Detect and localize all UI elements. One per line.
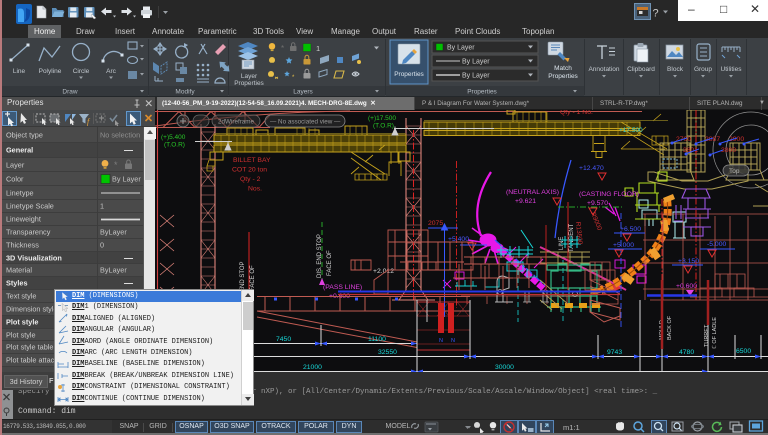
svg-text:1: 1 <box>316 44 320 53</box>
svg-text:FACE OF: FACE OF <box>250 265 256 291</box>
svg-text:+0.600: +0.600 <box>676 283 697 290</box>
svg-text:(+)17.500: (+)17.500 <box>368 115 396 122</box>
svg-text:4780: 4780 <box>679 349 694 356</box>
svg-text:7450: 7450 <box>276 336 291 343</box>
svg-text:*: * <box>114 160 118 170</box>
svg-text:Group: Group <box>694 66 712 73</box>
svg-text:Layers: Layers <box>293 89 313 96</box>
svg-text:Layer: Layer <box>241 73 258 80</box>
svg-text:Annotation: Annotation <box>588 66 619 73</box>
svg-text:By Layer: By Layer <box>462 59 490 66</box>
svg-text:Polyline: Polyline <box>39 68 62 75</box>
svg-text:(+)5.400: (+)5.400 <box>161 134 186 141</box>
svg-text:TANGENT: TANGENT <box>569 223 575 252</box>
svg-text:Arc: Arc <box>106 68 117 75</box>
svg-text:Properties: Properties <box>394 71 424 78</box>
svg-text:COT 20 ton: COT 20 ton <box>232 167 267 174</box>
svg-text:(CASTING FLOOR): (CASTING FLOOR) <box>579 191 639 198</box>
svg-text:Nos.: Nos. <box>248 186 262 193</box>
svg-text:+2.012: +2.012 <box>373 268 394 275</box>
svg-text:6500: 6500 <box>736 348 751 355</box>
svg-text:By Layer: By Layer <box>447 45 475 52</box>
svg-text:LINE: LINE <box>559 237 565 250</box>
svg-text:— No associated view —: — No associated view — <box>270 119 341 126</box>
svg-text:+3.150: +3.150 <box>678 258 699 265</box>
svg-text:32550: 32550 <box>378 349 397 356</box>
svg-text:Properties: Properties <box>467 89 497 96</box>
svg-text:TURRET: TURRET <box>704 324 710 347</box>
svg-text:Block: Block <box>667 66 684 73</box>
svg-text:+9.570: +9.570 <box>587 200 608 207</box>
svg-text:ℂ OF LADLE: ℂ OF LADLE <box>711 317 718 349</box>
svg-text:By Layer: By Layer <box>462 73 490 80</box>
svg-text:+6.500: +6.500 <box>620 226 641 233</box>
svg-text:Clipboard: Clipboard <box>627 66 655 73</box>
svg-text:9743: 9743 <box>607 349 622 356</box>
svg-text:Properties: Properties <box>548 73 578 80</box>
svg-text:11100: 11100 <box>368 336 386 343</box>
svg-text:+12.470: +12.470 <box>579 165 604 172</box>
svg-text:21000: 21000 <box>303 364 322 371</box>
svg-text:BACK OF: BACK OF <box>667 315 673 340</box>
svg-text:Circle: Circle <box>73 68 90 75</box>
svg-text:FACE OF: FACE OF <box>327 250 333 276</box>
svg-text:30000: 30000 <box>495 364 514 371</box>
svg-text:Qty - 2: Qty - 2 <box>240 176 261 183</box>
svg-text:Match: Match <box>554 65 572 72</box>
svg-text:?: ? <box>653 8 659 20</box>
svg-text:Draw: Draw <box>62 89 77 96</box>
svg-text:+9.621: +9.621 <box>515 198 536 205</box>
svg-text:(NEUTRAL AXIS): (NEUTRAL AXIS) <box>506 189 559 196</box>
svg-text:-5.000: -5.000 <box>707 241 726 248</box>
svg-text:(T.O.R): (T.O.R) <box>373 123 394 130</box>
svg-text:R9000: R9000 <box>589 211 603 232</box>
svg-text:Top: Top <box>729 168 740 175</box>
svg-text:+5.000: +5.000 <box>613 242 634 249</box>
svg-text:m1:1: m1:1 <box>563 423 580 432</box>
svg-text:3800: 3800 <box>721 147 736 154</box>
svg-text:2dWireframe: 2dWireframe <box>218 119 255 126</box>
svg-text:Properties: Properties <box>234 80 264 87</box>
svg-text:Qty - 1 No.: Qty - 1 No. <box>560 110 593 116</box>
svg-text:(PASS LINE): (PASS LINE) <box>323 284 362 291</box>
svg-text:2075: 2075 <box>428 220 443 227</box>
svg-text:N: N <box>439 338 443 344</box>
svg-text:f: f <box>87 117 91 126</box>
svg-text:Line: Line <box>13 68 26 75</box>
svg-text:END STOP: END STOP <box>240 261 246 292</box>
svg-text:BILLET BAY: BILLET BAY <box>233 157 271 164</box>
svg-text:R13500: R13500 <box>574 221 583 245</box>
svg-text:*: * <box>292 75 295 81</box>
svg-text:Utilities: Utilities <box>721 66 743 73</box>
svg-text:N: N <box>451 338 455 344</box>
svg-text:Modify: Modify <box>175 89 195 96</box>
svg-text:(T.O.R): (T.O.R) <box>164 142 185 149</box>
svg-text:*: * <box>281 44 284 53</box>
svg-text:+17.500: +17.500 <box>619 127 643 134</box>
